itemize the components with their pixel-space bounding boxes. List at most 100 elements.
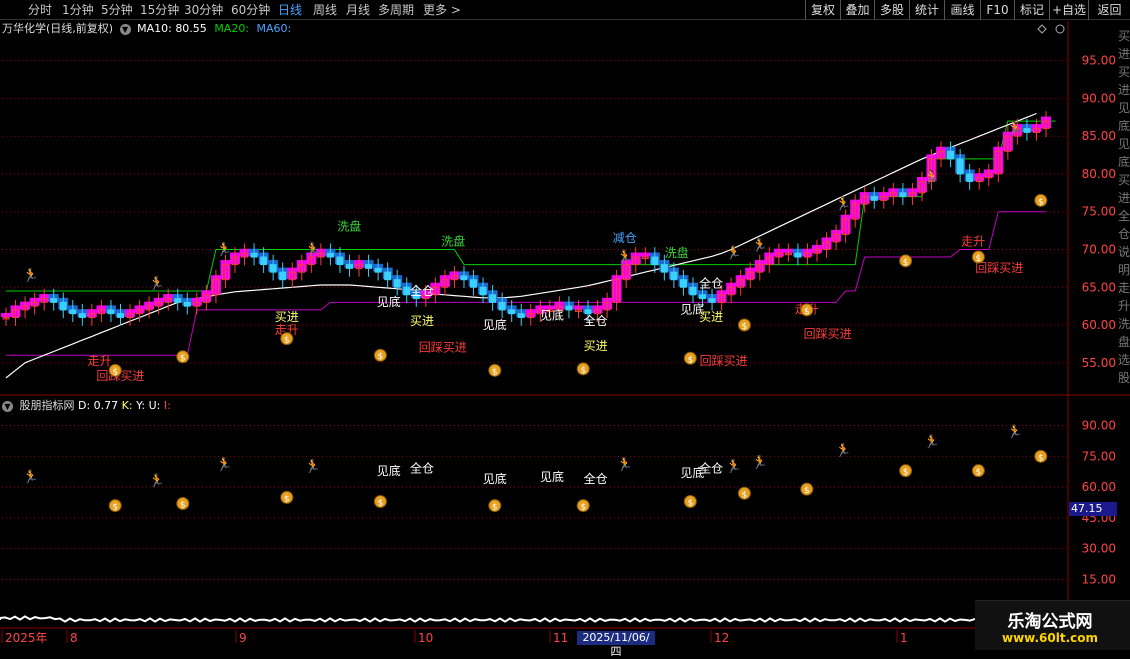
side-text-char: 底 [1118,118,1130,133]
candle-body [374,267,382,273]
toolbar-button-5[interactable]: F10 [980,0,1014,20]
band-segment [268,260,279,272]
band-segment [210,275,221,295]
band-segment [916,176,927,193]
toolbar-button-1[interactable]: 叠加 [840,0,874,20]
dropdown-icon[interactable]: ▼ [119,24,131,35]
stock-title[interactable]: 万华化学(日线,前复权) [2,22,113,35]
money-bag-icon [280,332,294,346]
signal-label-22: 走升 [961,235,985,249]
candle-body [746,271,754,281]
money-bag-symbol: $ [742,490,748,500]
candle-body [1013,128,1021,137]
period-tab-7[interactable]: 周线 [313,2,337,18]
candle-body [994,150,1002,175]
period-tab-2[interactable]: 5分钟 [101,2,133,18]
period-tab-9[interactable]: 多周期 [378,2,414,18]
candle-body [78,313,86,318]
money-bag-symbol: $ [976,254,982,264]
toolbar-button-7[interactable]: +自选 [1049,0,1088,20]
candle-body [31,301,39,307]
candle-body [50,298,58,303]
money-bag-symbol: $ [687,355,693,365]
money-bag-icon [576,362,590,376]
main-chart-header: 万华化学(日线,前复权) ▼ MA10: 80.55 MA20: MA60: [2,21,291,37]
money-bag-icon [683,351,697,365]
toolbar-button-4[interactable]: 画线 [944,0,980,20]
sub-y-tick-5: 15.00 [1082,572,1116,586]
sub-signal-label-4: 全仓 [584,471,608,486]
main-y-tick-1: 90.00 [1082,91,1116,105]
band-segment [277,267,288,280]
band-segment [640,252,651,257]
money-bag-icon [683,494,697,508]
dropdown-icon[interactable]: ▼ [2,401,13,412]
band-segment [392,275,403,287]
band-segment [497,297,508,310]
u-label: U: [148,399,161,412]
signal-label-23: 回踩买进 [975,261,1023,275]
x-label-1: 8 [70,631,78,645]
candle-body [975,177,983,183]
candle-body [1032,128,1040,133]
candle-body [632,256,640,266]
signal-label-4: 买进 [275,310,299,324]
money-bag-symbol: $ [492,503,498,513]
band-segment [153,297,164,306]
band-segment [201,290,212,302]
k-label: K: [121,399,133,412]
ma20-label: MA20: [214,22,250,35]
period-tab-6[interactable]: 日线 [278,2,302,18]
band-segment [955,154,966,174]
main-y-tick-2: 85.00 [1082,129,1116,143]
signal-label-9: 回踩买进 [419,340,467,354]
toolbar-button-0[interactable]: 复权 [805,0,840,20]
toolbar-button-8[interactable]: 返回 [1088,0,1130,20]
toolbar-button-6[interactable]: 标记 [1014,0,1049,20]
wash-line [6,120,1056,292]
band-segment [86,309,97,317]
sub-y-tick-0: 90.00 [1082,419,1116,433]
signal-label-19: 回踩买进 [804,327,852,341]
period-tab-1[interactable]: 1分钟 [62,2,94,18]
candle-body [555,305,563,311]
toolbar-button-3[interactable]: 统计 [909,0,944,20]
period-tab-8[interactable]: 月线 [346,2,370,18]
money-bag-icon [176,350,190,364]
candle-body [966,173,974,183]
candle-body [384,271,392,281]
candle-body [107,309,115,315]
toolbar-button-2[interactable]: 多股 [874,0,909,20]
candle-body [899,192,907,198]
candle-body [116,313,124,318]
period-tab-3[interactable]: 15分钟 [140,2,179,18]
diamond-icon [1037,24,1047,34]
period-tab-10[interactable]: 更多 > [423,2,461,18]
main-y-tick-0: 95.00 [1082,54,1116,68]
signal-label-1: 洗盘 [441,234,465,249]
candlestick-chart[interactable]: 95.00 90.00 85.00 80.00 75.00 70.00 65.00 60.00… [0,0,1130,650]
money-bag-icon [488,363,502,377]
band-segment [239,248,250,257]
signal-label-5: 走升 [275,323,299,337]
period-tab-0[interactable]: 分时 [28,2,52,18]
band-segment [1021,124,1032,132]
candle-body [431,286,439,296]
date-marker: 2025/11/06/四 [577,631,655,658]
side-text-char: 仓 [1118,227,1130,241]
runner-icon: 🏃 [924,434,940,450]
period-tab-4[interactable]: 30分钟 [184,2,223,18]
candle-body [536,309,544,315]
candle-body [2,316,10,320]
side-text-char: 盘 [1118,334,1130,349]
candle-body [441,279,449,288]
band-segment [554,301,565,310]
x-label-2: 9 [239,631,247,645]
side-text-char: 选 [1118,353,1130,367]
indicator-name[interactable]: 股朋指标网 [20,399,75,412]
period-tab-5[interactable]: 60分钟 [231,2,270,18]
band-segment [125,309,136,317]
money-bag-icon [488,499,502,513]
side-text-char: 洗 [1118,317,1130,331]
candle-body [803,252,811,258]
